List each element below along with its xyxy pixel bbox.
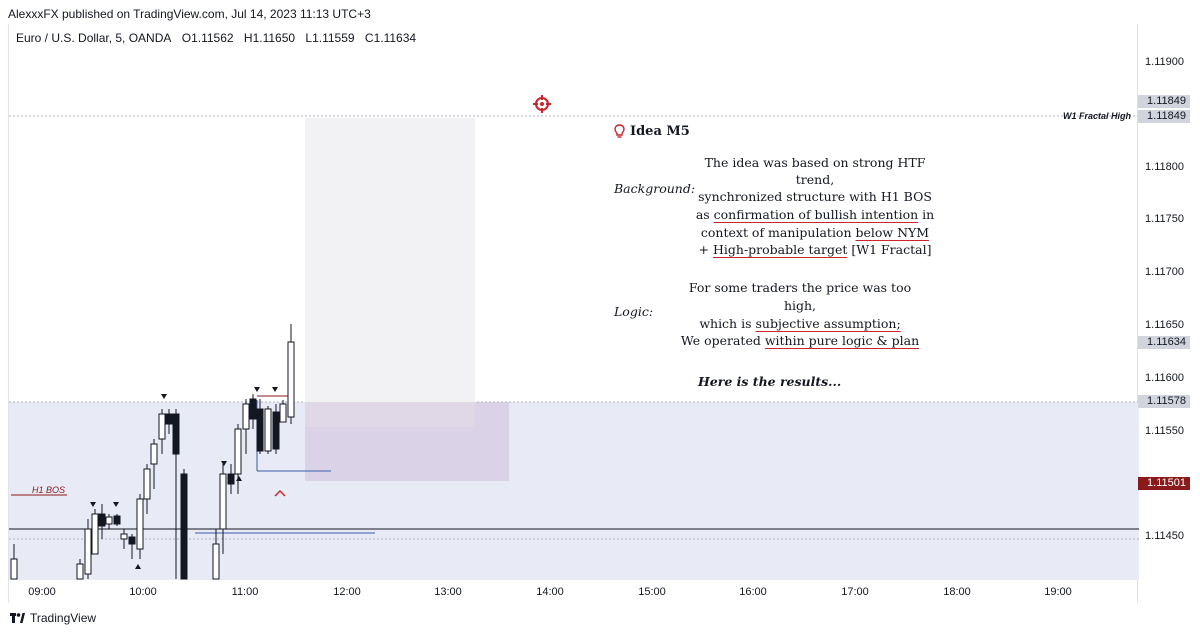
publisher-line: AlexxxFX published on TradingView.com, J… [8, 7, 371, 21]
candle-body [76, 563, 84, 580]
bg-line-1: The idea was based on strong HTF [704, 155, 926, 170]
time-tick: 12:00 [333, 586, 361, 598]
candle-body [120, 533, 128, 540]
candle-body [172, 413, 180, 455]
time-tick: 16:00 [739, 586, 767, 598]
footer: TradingView [10, 611, 96, 625]
ohlc-high: H1.11650 [243, 31, 296, 45]
candle-body [165, 413, 173, 425]
ohlc-low: L1.11559 [305, 31, 355, 45]
candle-body [98, 513, 106, 527]
candle-body [287, 341, 295, 418]
price-tick: 1.11650 [1145, 319, 1184, 331]
candle-body [158, 413, 166, 440]
logic-label: Logic: [614, 304, 654, 319]
target-price-badge: 1.11849 [1138, 95, 1190, 108]
price-tick: 1.11700 [1145, 266, 1184, 278]
candle-body [219, 473, 227, 530]
candle-body [113, 515, 121, 525]
current-price-badge: 1.11634 [1138, 336, 1190, 349]
zone-price-badge: 1.11578 [1138, 395, 1190, 408]
projection-region [305, 118, 475, 427]
candle-body [91, 513, 99, 555]
bos-label: H1 BOS [32, 485, 66, 495]
idea-title: Idea M5 [614, 124, 690, 139]
logic-line-1: For some traders the price was too [688, 280, 912, 295]
time-tick: 15:00 [638, 586, 666, 598]
price-tick: 1.11550 [1145, 425, 1184, 437]
candle-body [242, 403, 250, 430]
candle-body [180, 473, 188, 580]
candle-body [234, 428, 242, 475]
candle-body [256, 408, 264, 452]
time-tick: 11:00 [231, 586, 259, 598]
logic-line-4: We operated within pure logic & plan [680, 333, 920, 348]
fractal-down-marker [272, 387, 278, 392]
candle-body [84, 528, 92, 575]
ohlc-open: O1.11562 [181, 31, 234, 45]
bg-line-4: as confirmation of bullish intention in [695, 207, 935, 222]
candle-body [264, 408, 272, 452]
candle-body [105, 516, 113, 525]
logic-line-2: high, [783, 298, 817, 313]
bg-line-5: context of manipulation below NYM [700, 225, 930, 240]
fractal-down-marker [161, 394, 167, 399]
time-tick: 18:00 [943, 586, 971, 598]
tradingview-logo-icon[interactable] [10, 613, 25, 623]
last-price-badge: 1.11501 [1138, 477, 1190, 490]
time-tick: 19:00 [1044, 586, 1072, 598]
fractal-price-badge: 1.11849 [1138, 110, 1190, 123]
candle-body [227, 473, 235, 485]
lightbulb-icon [614, 124, 625, 138]
price-axis[interactable]: 1.11900 1.11800 1.11750 1.11700 1.11650 … [1138, 24, 1200, 603]
bg-line-6: + High-probable target [W1 Fractal] [698, 242, 932, 257]
fractal-down-marker [254, 387, 260, 392]
bg-line-3: synchronized structure with H1 BOS [698, 189, 932, 204]
candle-body [150, 443, 158, 465]
symbol-name[interactable]: Euro / U.S. Dollar, 5, OANDA [16, 31, 171, 45]
chart-canvas[interactable] [9, 24, 1139, 603]
time-tick: 10:00 [129, 586, 157, 598]
background-label: Background: [614, 181, 696, 196]
price-tick: 1.11750 [1145, 213, 1184, 225]
candle-body [143, 468, 151, 500]
chart-pane[interactable] [8, 24, 1139, 603]
time-tick: 14:00 [536, 586, 564, 598]
candle-body [279, 403, 287, 423]
candle-body [249, 398, 257, 420]
symbol-info: Euro / U.S. Dollar, 5, OANDA O1.11562 H1… [16, 31, 423, 45]
candle-body [128, 536, 136, 545]
price-tick: 1.11600 [1145, 372, 1184, 384]
candle-body [212, 543, 220, 580]
candle-body [272, 411, 280, 450]
results-line: Here is the results... [698, 374, 842, 389]
fractal-label: W1 Fractal High [1062, 111, 1131, 121]
entry-box [305, 402, 509, 481]
bg-line-2: trend, [795, 172, 835, 187]
candle-body [10, 558, 18, 580]
idea-title-text: Idea M5 [630, 124, 690, 139]
time-tick: 09:00 [28, 586, 56, 598]
price-tick: 1.11450 [1145, 530, 1184, 542]
brand-name[interactable]: TradingView [30, 611, 96, 625]
price-tick: 1.11900 [1145, 56, 1184, 68]
crosshair-target-icon[interactable] [533, 95, 551, 113]
logic-line-3: which is subjective assumption; [699, 316, 901, 331]
candle-body [136, 498, 144, 550]
price-tick: 1.11800 [1145, 161, 1184, 173]
ohlc-close: C1.11634 [364, 31, 417, 45]
time-tick: 13:00 [434, 586, 462, 598]
time-axis[interactable]: 09:00 10:00 11:00 12:00 13:00 14:00 15:0… [8, 580, 1138, 604]
time-tick: 17:00 [841, 586, 869, 598]
